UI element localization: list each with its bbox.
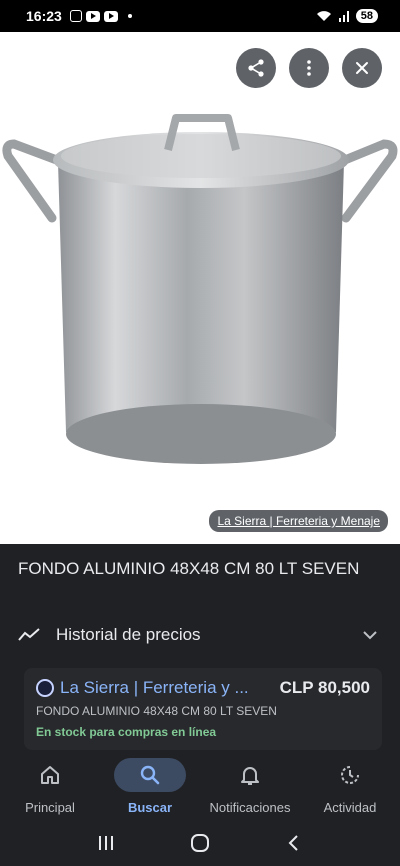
youtube-icon <box>85 10 100 22</box>
home-button-icon[interactable] <box>189 832 211 854</box>
stock-status: En stock para compras en línea <box>36 725 217 739</box>
share-button[interactable] <box>236 48 276 88</box>
product-image-area[interactable] <box>0 32 400 544</box>
youtube-icon <box>103 10 118 22</box>
home-icon <box>41 766 59 784</box>
recent-apps-icon[interactable] <box>96 833 116 853</box>
offer-card[interactable]: La Sierra | Ferreteria y ... CLP 80,500 … <box>24 668 382 750</box>
share-icon <box>248 59 264 77</box>
signal-icon <box>338 11 349 22</box>
activity-icon <box>341 766 359 784</box>
status-notification-icons <box>69 10 132 22</box>
nav-buscar[interactable]: Buscar <box>100 752 200 820</box>
nav-principal-label: Principal <box>25 800 75 815</box>
nav-notificaciones[interactable]: Notificaciones <box>200 752 300 820</box>
wifi-icon <box>316 11 331 21</box>
battery-indicator: 58 <box>355 9 378 23</box>
offer-description: FONDO ALUMINIO 48X48 CM 80 LT SEVEN <box>36 704 277 718</box>
nav-buscar-label: Buscar <box>127 800 173 815</box>
price-history-label: Historial de precios <box>56 625 201 644</box>
more-vert-icon <box>307 60 311 76</box>
search-icon <box>140 765 160 785</box>
screenshot-icon <box>69 10 82 22</box>
nav-actividad[interactable]: Actividad <box>300 752 400 820</box>
status-time: 16:23 <box>26 8 62 24</box>
store-logo-icon <box>36 679 54 697</box>
product-title: FONDO ALUMINIO 48X48 CM 80 LT SEVEN <box>18 559 360 578</box>
bell-icon <box>241 767 259 785</box>
offer-price: CLP 80,500 <box>279 678 370 697</box>
bottom-navigation: Principal Buscar Notificaciones Activida… <box>0 752 400 820</box>
status-bar: 16:23 58 <box>0 0 400 32</box>
price-history-row[interactable]: Historial de precios <box>18 620 378 650</box>
image-source-link[interactable]: La Sierra | Ferreteria y Menaje <box>209 510 388 532</box>
nav-notificaciones-label: Notificaciones <box>209 800 291 815</box>
nav-principal[interactable]: Principal <box>0 752 100 820</box>
close-button[interactable] <box>342 48 382 88</box>
more-notifications-icon <box>127 14 132 18</box>
back-icon[interactable] <box>284 833 304 853</box>
close-icon <box>356 62 368 74</box>
chevron-down-icon[interactable] <box>362 630 378 640</box>
system-navigation-bar <box>0 820 400 866</box>
more-options-button[interactable] <box>289 48 329 88</box>
trend-icon <box>18 628 40 641</box>
product-image[interactable] <box>0 32 400 544</box>
nav-actividad-label: Actividad <box>323 800 377 815</box>
store-name-link[interactable]: La Sierra | Ferreteria y ... <box>60 678 249 698</box>
